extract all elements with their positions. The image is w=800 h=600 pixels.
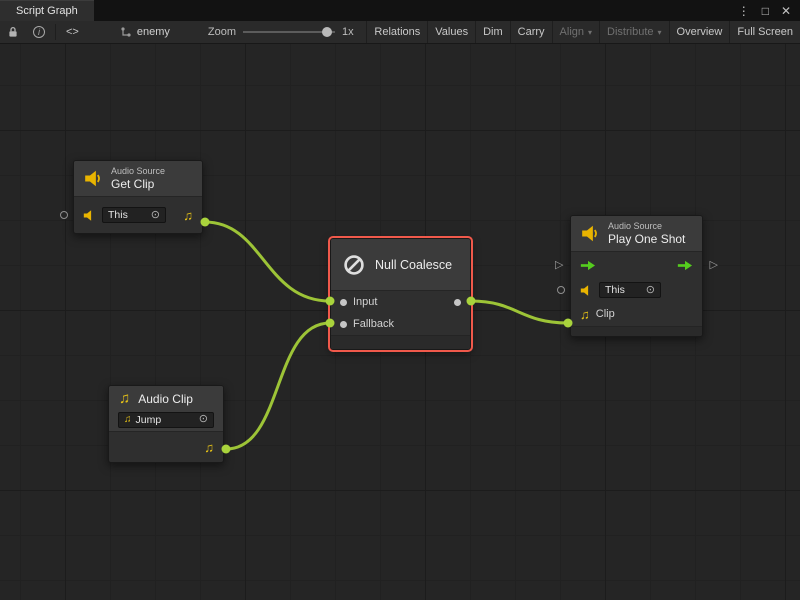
flow-out-port[interactable]: ▷ bbox=[710, 258, 718, 271]
node-title: Null Coalesce bbox=[375, 258, 452, 272]
node-title: Play One Shot bbox=[608, 232, 685, 246]
node-get-clip[interactable]: Audio Source Get Clip This ⊙ ♫ bbox=[73, 160, 203, 234]
wire-audioclip-to-fallback[interactable] bbox=[226, 323, 330, 449]
align-button[interactable]: Align ▾ bbox=[552, 21, 599, 43]
port-target-input[interactable] bbox=[60, 211, 68, 219]
distribute-button[interactable]: Distribute ▾ bbox=[599, 21, 668, 43]
node-row-fallback: Fallback bbox=[331, 313, 470, 335]
flow-in-port[interactable]: ▷ bbox=[555, 258, 563, 271]
close-icon[interactable]: ✕ bbox=[781, 5, 791, 17]
dropdown-arrow-icon: ▾ bbox=[588, 28, 592, 37]
toolbar-right-group: Relations Values Dim Carry Align ▾ Distr… bbox=[366, 21, 800, 43]
zoom-value: 1x bbox=[342, 26, 354, 38]
script-graph-icon bbox=[120, 26, 132, 38]
node-row-target: This ⊙ ♫ bbox=[74, 197, 202, 233]
distribute-label: Distribute bbox=[607, 26, 653, 38]
clip-object-field[interactable]: ♫ Jump ⊙ bbox=[118, 412, 214, 428]
input-port-label: Input bbox=[353, 296, 377, 308]
tab-script-graph[interactable]: Script Graph bbox=[0, 0, 94, 21]
node-play-one-shot[interactable]: Audio Source Play One Shot ▷ ▷ This bbox=[570, 215, 703, 337]
node-title: Get Clip bbox=[111, 177, 165, 191]
maximize-icon[interactable]: □ bbox=[762, 5, 769, 17]
speaker-icon bbox=[580, 284, 593, 297]
window-controls: ⋮ □ ✕ bbox=[738, 0, 800, 21]
this-field-value: This bbox=[605, 284, 625, 296]
node-null-coalesce[interactable]: Null Coalesce Input Fallback bbox=[330, 238, 471, 350]
wire-output-to-clip[interactable] bbox=[471, 301, 568, 323]
object-picker-icon[interactable]: ⊙ bbox=[199, 414, 208, 425]
fallback-port-label: Fallback bbox=[353, 318, 394, 330]
audio-source-icon bbox=[581, 224, 600, 243]
graph-toolbar: i <> enemy Zoom 1x Relations Values Dim … bbox=[0, 21, 800, 44]
speaker-icon bbox=[83, 209, 96, 222]
titlebar: Script Graph ⋮ □ ✕ bbox=[0, 0, 800, 21]
note-icon: ♫ bbox=[124, 415, 132, 425]
node-row-target: This ⊙ bbox=[571, 278, 702, 302]
this-object-field[interactable]: This ⊙ bbox=[599, 282, 661, 298]
fallback-port-dot[interactable] bbox=[340, 321, 347, 328]
audioclip-note-icon: ♫ bbox=[204, 441, 214, 454]
port-target-input[interactable] bbox=[557, 286, 565, 294]
kebab-menu-icon[interactable]: ⋮ bbox=[738, 5, 750, 17]
overview-button[interactable]: Overview bbox=[669, 21, 730, 43]
inspector-button[interactable]: i bbox=[26, 21, 52, 43]
clip-field-value: Jump bbox=[136, 414, 162, 426]
audioclip-note-icon: ♫ bbox=[580, 308, 590, 321]
null-coalesce-icon bbox=[342, 253, 366, 277]
audio-source-icon bbox=[84, 169, 103, 188]
dim-button[interactable]: Dim bbox=[475, 21, 510, 43]
graph-name-chip[interactable]: enemy bbox=[120, 26, 170, 38]
node-footer bbox=[571, 326, 702, 336]
zoom-slider-handle[interactable] bbox=[322, 27, 332, 37]
flow-in-arrow-icon bbox=[580, 260, 596, 271]
node-header: Audio Source Get Clip bbox=[74, 161, 202, 197]
node-header: ♫ Audio Clip bbox=[109, 386, 223, 408]
carry-button[interactable]: Carry bbox=[510, 21, 552, 43]
node-row-flow: ▷ ▷ bbox=[571, 252, 702, 278]
audioclip-note-icon: ♫ bbox=[119, 391, 130, 406]
node-header: Audio Source Play One Shot bbox=[571, 216, 702, 252]
node-header: Null Coalesce bbox=[331, 239, 470, 291]
this-field-value: This bbox=[108, 209, 128, 221]
dropdown-arrow-icon: ▾ bbox=[658, 28, 662, 37]
graph-canvas[interactable]: Audio Source Get Clip This ⊙ ♫ Null bbox=[0, 44, 800, 600]
info-icon: i bbox=[33, 26, 45, 38]
audioclip-note-icon: ♫ bbox=[183, 209, 193, 222]
fullscreen-button[interactable]: Full Screen bbox=[729, 21, 800, 43]
code-view-button[interactable]: <> bbox=[59, 21, 86, 43]
relations-button[interactable]: Relations bbox=[366, 21, 427, 43]
clip-port-label: Clip bbox=[596, 308, 615, 320]
node-row-output: ♫ bbox=[109, 432, 223, 462]
node-row-clip: ♫ Clip bbox=[571, 302, 702, 326]
object-picker-icon[interactable]: ⊙ bbox=[646, 285, 655, 296]
node-title: Audio Clip bbox=[138, 392, 193, 406]
output-port-dot[interactable] bbox=[454, 299, 461, 306]
input-port-dot[interactable] bbox=[340, 299, 347, 306]
node-category: Audio Source bbox=[111, 166, 165, 177]
node-audio-clip[interactable]: ♫ Audio Clip ♫ Jump ⊙ ♫ bbox=[108, 385, 224, 463]
flow-out-arrow-icon bbox=[677, 260, 693, 271]
lock-icon bbox=[7, 26, 19, 38]
node-category: Audio Source bbox=[608, 221, 685, 232]
values-button[interactable]: Values bbox=[427, 21, 475, 43]
node-footer bbox=[331, 335, 470, 349]
wire-getclip-to-input[interactable] bbox=[205, 222, 330, 301]
node-row-value: ♫ Jump ⊙ bbox=[109, 408, 223, 432]
lock-button[interactable] bbox=[0, 21, 26, 43]
object-picker-icon[interactable]: ⊙ bbox=[151, 210, 160, 221]
tab-label: Script Graph bbox=[16, 5, 78, 17]
zoom-label: Zoom bbox=[208, 26, 236, 38]
align-label: Align bbox=[560, 26, 584, 38]
graph-name-label: enemy bbox=[137, 26, 170, 38]
node-row-input: Input bbox=[331, 291, 470, 313]
zoom-slider[interactable] bbox=[243, 21, 335, 43]
toolbar-separator bbox=[55, 24, 56, 39]
this-object-field[interactable]: This ⊙ bbox=[102, 207, 166, 223]
